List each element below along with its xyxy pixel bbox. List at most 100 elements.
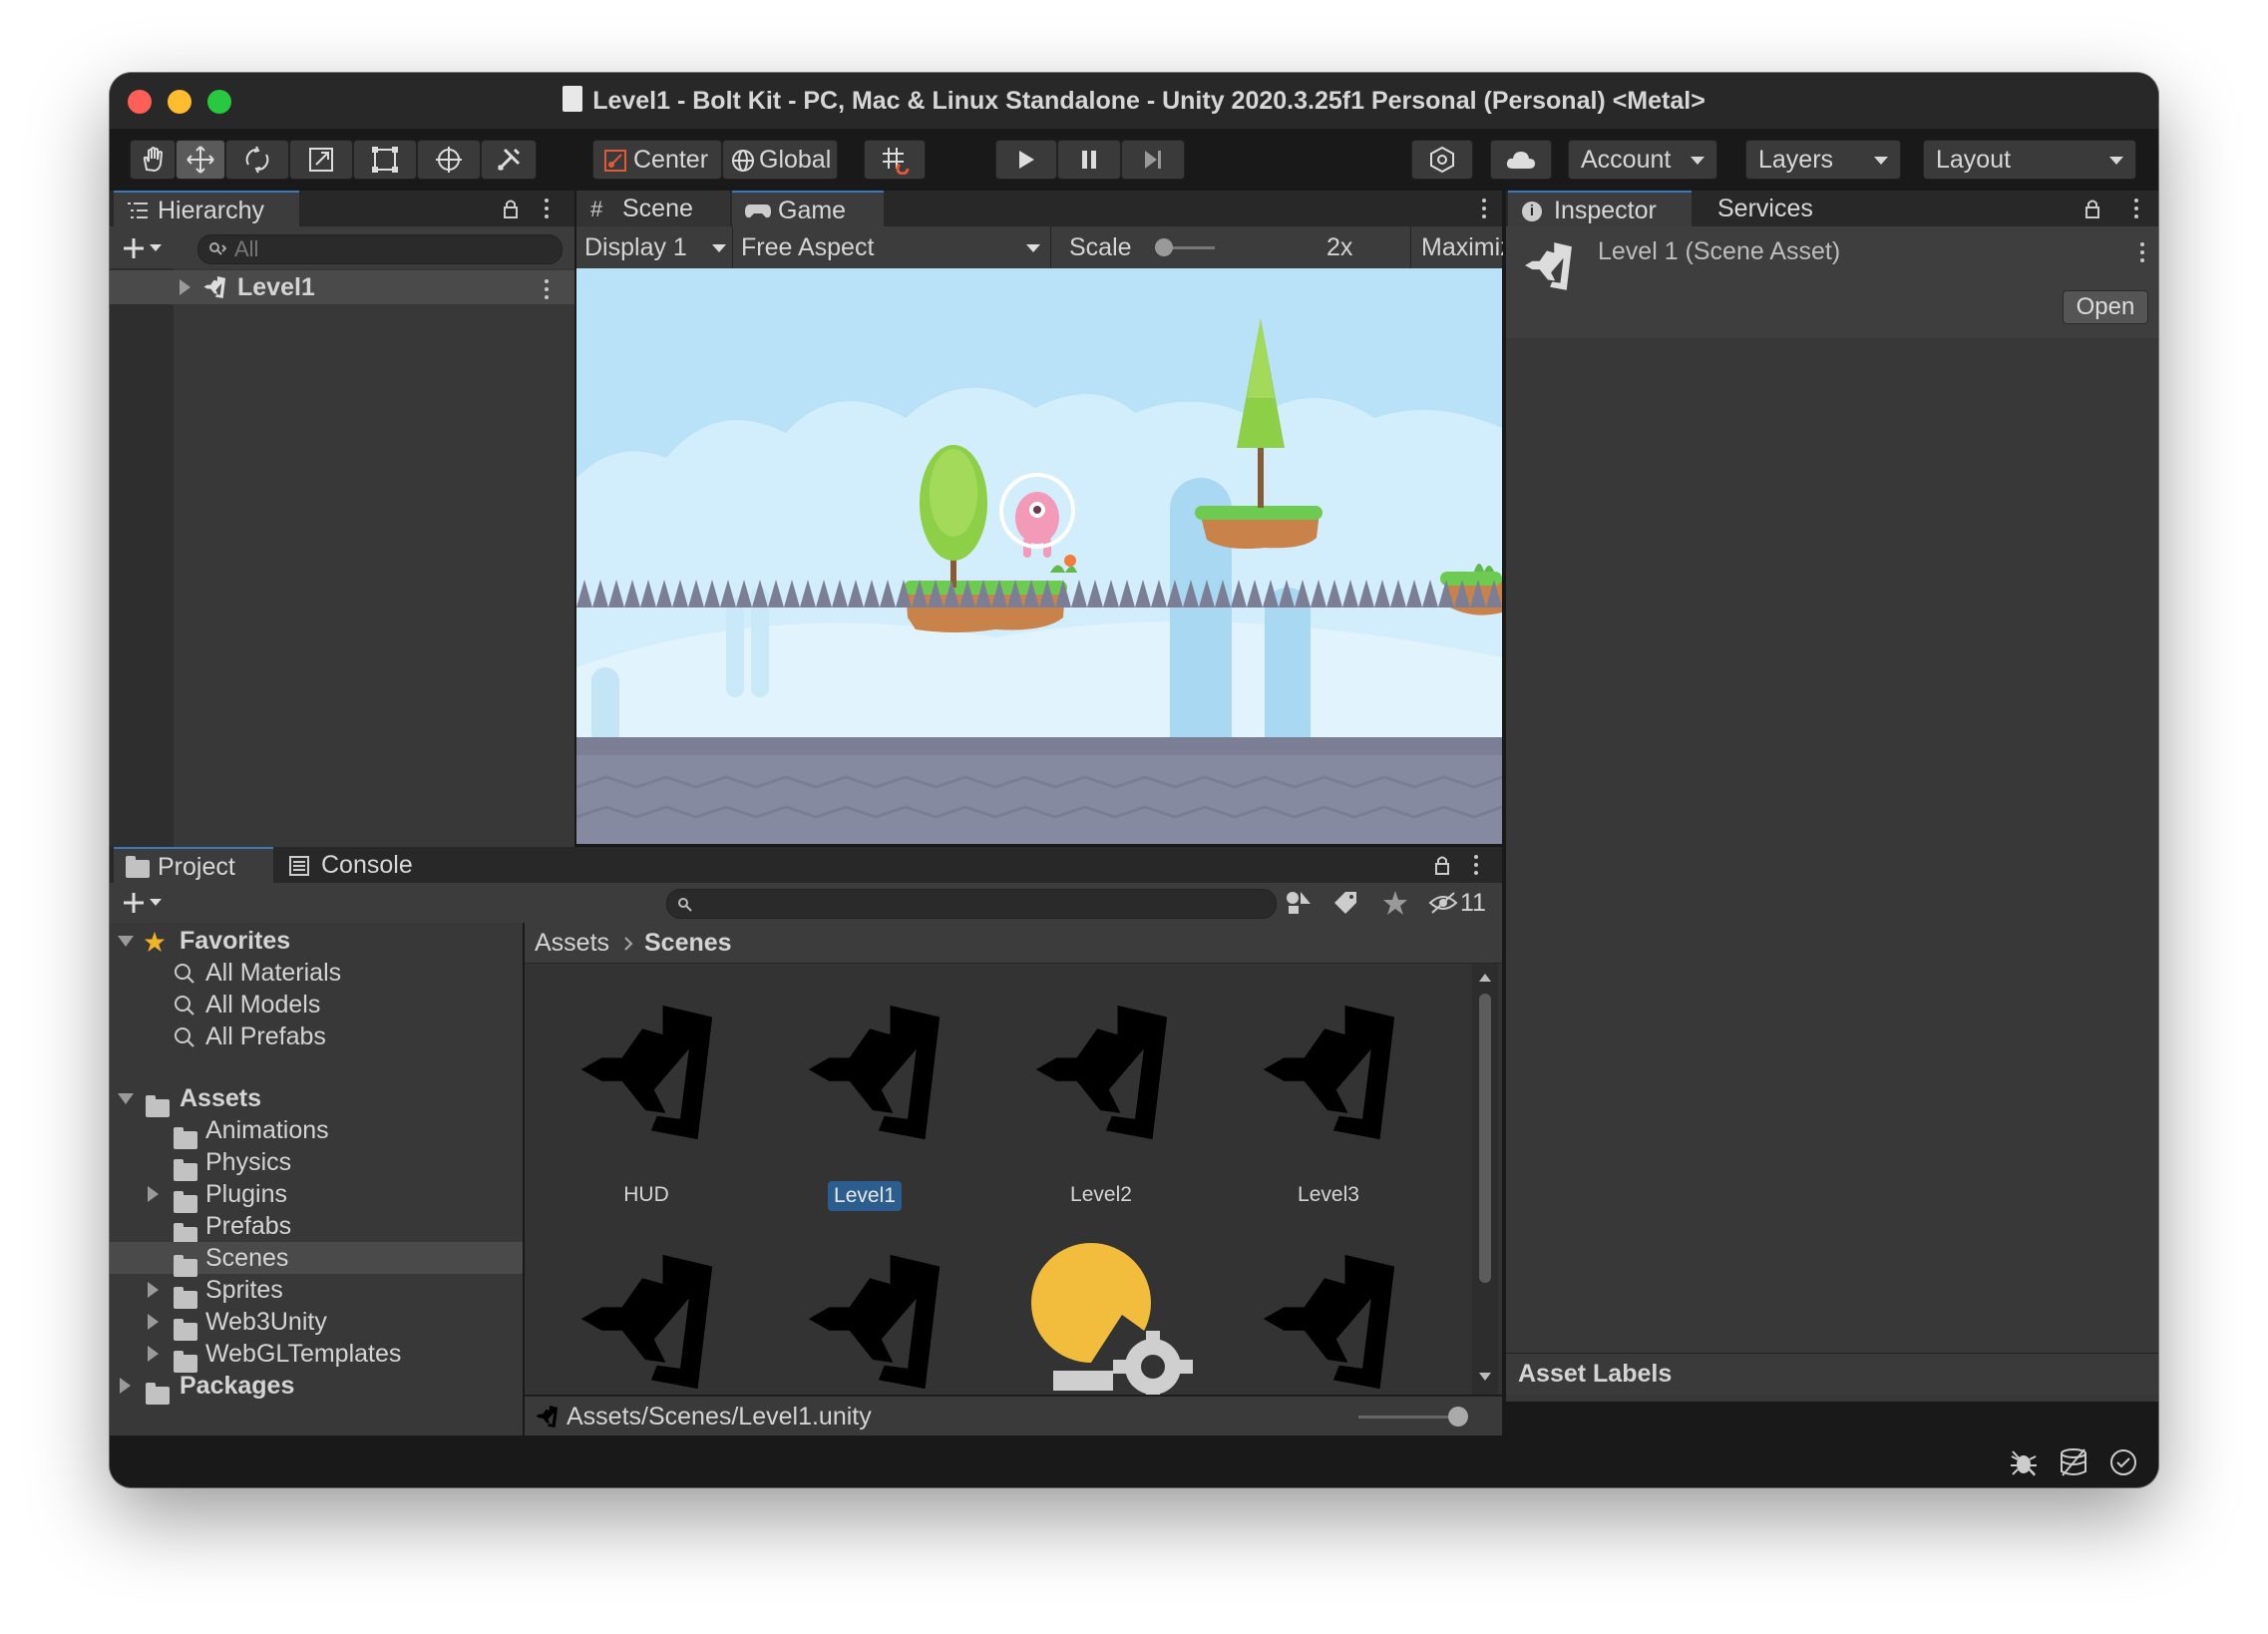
unity-scene-icon — [1522, 240, 1574, 292]
asset-more-icon[interactable] — [2140, 242, 2146, 266]
add-icon[interactable] — [122, 891, 146, 915]
cache-server-icon[interactable] — [2059, 1447, 2088, 1477]
unity-scene-icon[interactable] — [1027, 1000, 1173, 1145]
hierarchy-row-level1[interactable]: Level1 — [110, 270, 574, 304]
cloud-button[interactable] — [1490, 140, 1552, 180]
chevron-down-icon[interactable] — [150, 899, 162, 906]
tree-item-favorites[interactable]: Favorites — [110, 925, 523, 957]
expand-arrow-icon[interactable] — [148, 1346, 159, 1362]
tree-folder-scenes[interactable]: Scenes — [110, 1242, 523, 1278]
unity-scene-icon[interactable] — [1255, 1249, 1400, 1395]
tab-game[interactable]: Game — [732, 191, 884, 226]
maximize-on-play-toggle[interactable]: Maximize On Play — [1410, 226, 1503, 268]
global-local-toggle[interactable]: Global — [722, 140, 838, 180]
pivot-center-toggle[interactable]: Center — [592, 140, 722, 180]
breadcrumb-root[interactable]: Assets — [535, 923, 609, 963]
scrollbar-thumb[interactable] — [1479, 994, 1491, 1283]
collapse-arrow-icon[interactable] — [118, 936, 134, 947]
expand-arrow-icon[interactable] — [120, 1378, 131, 1394]
grid-snap-button[interactable] — [864, 140, 926, 180]
scroll-up-icon[interactable] — [1479, 974, 1491, 982]
tree-folder-plugins[interactable]: Plugins — [110, 1178, 523, 1214]
icon-size-slider-thumb[interactable] — [1448, 1407, 1468, 1427]
hierarchy-search-input[interactable]: All — [197, 234, 563, 264]
account-dropdown[interactable]: Account — [1568, 140, 1717, 180]
move-tool-button[interactable] — [176, 140, 225, 180]
layout-dropdown[interactable]: Layout — [1923, 140, 2136, 180]
open-button[interactable]: Open — [2063, 290, 2148, 324]
lighting-settings-icon[interactable] — [1027, 1239, 1207, 1395]
tab-scene[interactable]: # Scene — [576, 191, 730, 226]
tab-services[interactable]: Services — [1696, 191, 1845, 226]
play-button[interactable] — [995, 140, 1057, 180]
inspector-more-icon[interactable] — [2134, 199, 2140, 222]
tree-item-all-prefabs[interactable]: All Prefabs — [110, 1021, 523, 1052]
tree-folder-physics[interactable]: Physics — [110, 1146, 523, 1182]
hidden-packages-icon[interactable] — [1428, 891, 1458, 915]
tab-project[interactable]: Project — [114, 847, 273, 883]
transform-tool-button[interactable] — [417, 140, 481, 180]
hierarchy-more-icon[interactable] — [545, 199, 551, 222]
expand-arrow-icon[interactable] — [148, 1282, 159, 1298]
game-viewport[interactable] — [576, 268, 1502, 844]
unity-scene-icon[interactable] — [572, 1000, 718, 1145]
rect-tool-button[interactable] — [353, 140, 417, 180]
tag-icon[interactable] — [1332, 890, 1358, 916]
tree-item-packages[interactable]: Packages — [110, 1370, 523, 1406]
display-dropdown[interactable]: Display 1 — [576, 226, 733, 268]
tree-item-all-materials[interactable]: All Materials — [110, 957, 523, 989]
lock-icon[interactable] — [503, 199, 519, 218]
hierarchy-tab-label: Hierarchy — [158, 197, 264, 224]
services-tab-label: Services — [1717, 195, 1813, 222]
tab-console[interactable]: Console — [277, 847, 447, 883]
aspect-dropdown[interactable]: Free Aspect — [733, 226, 1051, 268]
asset-labels-bar[interactable]: Asset Labels — [1506, 1353, 2158, 1394]
filter-by-type-icon[interactable] — [1285, 890, 1313, 916]
scroll-down-icon[interactable] — [1479, 1373, 1491, 1381]
scale-slider-thumb[interactable] — [1155, 238, 1173, 256]
collab-button[interactable] — [1411, 140, 1473, 180]
icon-size-slider-track[interactable] — [1358, 1416, 1458, 1419]
layers-dropdown[interactable]: Layers — [1745, 140, 1901, 180]
tree-item-assets[interactable]: Assets — [110, 1082, 523, 1118]
expand-arrow-icon[interactable] — [148, 1314, 159, 1330]
hierarchy-panel: All Level1 — [110, 226, 574, 921]
tab-hierarchy[interactable]: Hierarchy — [114, 191, 299, 226]
tab-inspector[interactable]: i Inspector — [1508, 191, 1692, 226]
global-label: Global — [759, 146, 832, 174]
collapse-arrow-icon[interactable] — [118, 1093, 134, 1104]
collab-icon — [1430, 146, 1454, 174]
tree-item-all-models[interactable]: All Models — [110, 989, 523, 1021]
step-button[interactable] — [1121, 140, 1185, 180]
add-icon[interactable] — [122, 236, 146, 260]
row-more-icon[interactable] — [545, 279, 551, 303]
chevron-down-icon[interactable] — [150, 244, 162, 251]
hand-tool-button[interactable] — [130, 140, 176, 180]
expand-arrow-icon[interactable] — [148, 1186, 159, 1202]
inspector-lock-icon[interactable] — [2084, 199, 2100, 218]
project-search-input[interactable] — [666, 889, 1277, 919]
custom-tool-button[interactable] — [481, 140, 537, 180]
scale-tool-button[interactable] — [289, 140, 353, 180]
lock-icon[interactable] — [1434, 855, 1450, 875]
check-circle-icon[interactable] — [2108, 1447, 2138, 1477]
tree-folder-animations[interactable]: Animations — [110, 1114, 523, 1150]
unity-scene-icon[interactable] — [1255, 1000, 1400, 1145]
game-view-more-icon[interactable] — [1482, 199, 1488, 222]
tree-folder-sprites[interactable]: Sprites — [110, 1274, 523, 1310]
tree-folder-webgltemplates[interactable]: WebGLTemplates — [110, 1338, 523, 1374]
folder-label: Sprites — [205, 1276, 283, 1304]
bug-icon[interactable] — [2009, 1447, 2039, 1477]
tree-folder-web3unity[interactable]: Web3Unity — [110, 1306, 523, 1342]
pause-button[interactable] — [1057, 140, 1121, 180]
unity-scene-icon[interactable] — [800, 1249, 945, 1395]
project-more-icon[interactable] — [1474, 855, 1480, 879]
rotate-tool-button[interactable] — [225, 140, 289, 180]
star-icon[interactable] — [1382, 890, 1408, 916]
breadcrumb-current[interactable]: Scenes — [644, 923, 732, 963]
expand-arrow-icon[interactable] — [180, 279, 190, 295]
asset-grid-scrollbar[interactable] — [1472, 964, 1498, 1395]
tree-folder-prefabs[interactable]: Prefabs — [110, 1210, 523, 1246]
unity-scene-icon-selected[interactable] — [800, 1000, 945, 1145]
unity-scene-icon[interactable] — [572, 1249, 718, 1395]
